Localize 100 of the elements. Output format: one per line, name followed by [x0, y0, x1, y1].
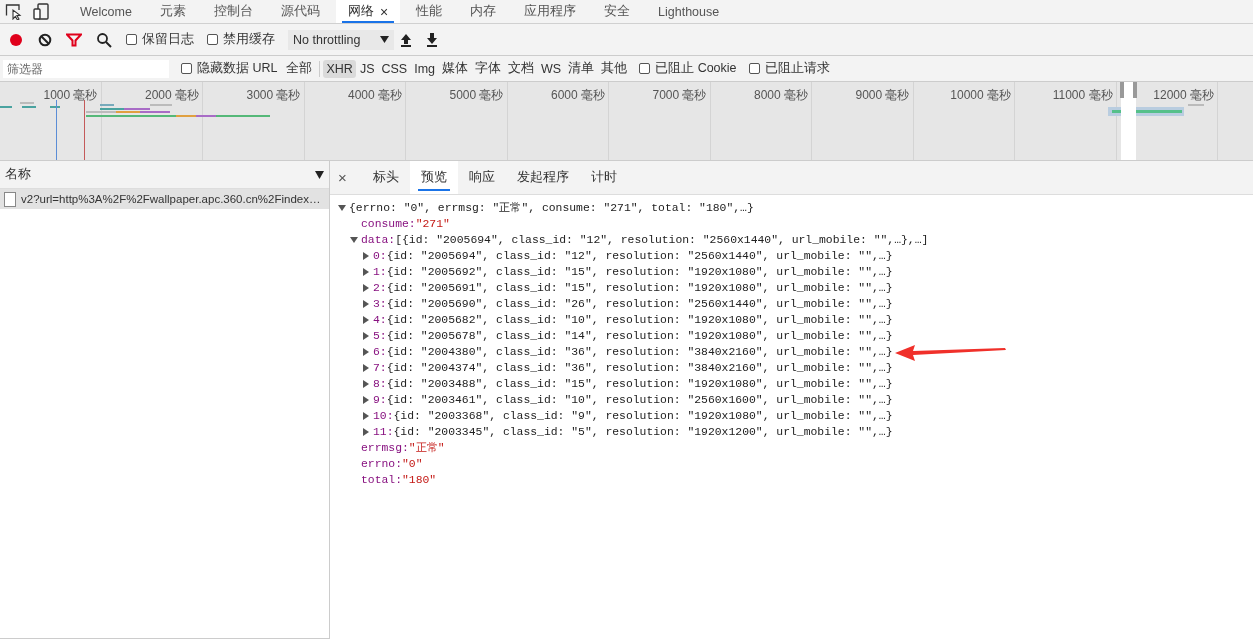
checkbox-label: 隐藏数据 URL	[197, 60, 278, 77]
collapsed-triangle-icon[interactable]	[362, 364, 370, 372]
property-key: data:	[361, 232, 396, 248]
object-preview[interactable]: {id: "2004380", class_id: "36", resolution: "3840x2160", url_mobile: "",…}	[386, 344, 893, 360]
detail-tab[interactable]: 标头	[361, 161, 410, 194]
caret-icon	[380, 36, 389, 43]
time-tick-label: 4000 毫秒	[347, 88, 402, 102]
property-key: 5:	[373, 328, 387, 344]
upload-icon[interactable]	[400, 32, 412, 47]
close-tab-icon[interactable]: ×	[379, 3, 389, 20]
panel-tab[interactable]: 控制台	[201, 0, 265, 23]
checkbox[interactable]	[207, 34, 218, 45]
panel-tab[interactable]: 安全	[592, 0, 643, 23]
object-preview[interactable]: [{id: "2005694", class_id: "12", resolution: "2560x1440", url_mobile: "",…},…]	[395, 232, 929, 248]
collapsed-triangle-icon[interactable]	[362, 396, 370, 404]
panel-tab[interactable]: Lighthouse	[646, 0, 732, 23]
object-preview[interactable]: {id: "2003345", class_id: "5", resolution: "1920x1200", url_mobile: "",…}	[393, 424, 893, 440]
detail-tab[interactable]: 预览	[409, 161, 458, 194]
type-filter[interactable]: 其他	[598, 58, 631, 79]
detail-tab[interactable]: 发起程序	[505, 161, 580, 194]
collapsed-triangle-icon[interactable]	[362, 380, 370, 388]
type-filter[interactable]: WS	[538, 59, 565, 78]
panel-tab[interactable]: 元素	[147, 0, 198, 23]
collapsed-triangle-icon[interactable]	[362, 284, 370, 292]
clear-icon[interactable]	[38, 32, 52, 47]
checkbox[interactable]	[181, 63, 192, 74]
panel-tab[interactable]: 性能	[404, 0, 455, 23]
collapsed-triangle-icon[interactable]	[362, 300, 370, 308]
property-key: 7:	[373, 360, 387, 376]
panel-tab[interactable]: 源代码	[268, 0, 332, 23]
search-icon[interactable]	[96, 31, 112, 48]
detail-tab[interactable]: 响应	[457, 161, 506, 194]
object-preview[interactable]: {id: "2005678", class_id: "14", resolution: "1920x1080", url_mobile: "",…}	[386, 328, 893, 344]
collapsed-triangle-icon[interactable]	[362, 252, 370, 260]
checkbox[interactable]	[639, 63, 651, 74]
time-tick-label: 12000 毫秒	[1153, 88, 1214, 102]
property-value: "180"	[402, 473, 437, 488]
type-filter[interactable]: Img	[411, 59, 439, 78]
checkbox-label: 保留日志	[142, 31, 194, 48]
collapsed-triangle-icon[interactable]	[362, 268, 370, 276]
time-tick-label: 7000 毫秒	[652, 88, 707, 102]
property-key: 11:	[373, 424, 394, 440]
column-header[interactable]: 名称	[0, 161, 329, 189]
download-icon[interactable]	[426, 32, 438, 47]
object-preview[interactable]: {id: "2003488", class_id: "15", resolution: "1920x1080", url_mobile: "",…}	[386, 376, 893, 392]
type-filter[interactable]: 清单	[565, 58, 598, 79]
property-key: 8:	[373, 376, 387, 392]
object-preview[interactable]: {id: "2005691", class_id: "15", resolution: "1920x1080", url_mobile: "",…}	[386, 280, 893, 296]
throttling-dropdown[interactable]: No throttling	[288, 29, 394, 50]
property-key: 10:	[373, 408, 394, 424]
detail-tab[interactable]: 计时	[579, 161, 628, 194]
panel-tab[interactable]: 网络 ×	[335, 0, 401, 23]
collapsed-triangle-icon[interactable]	[362, 332, 370, 340]
request-row[interactable]: v2?url=http%3A%2F%2Fwallpaper.apc.360.cn%2Findex…	[0, 189, 329, 209]
object-preview[interactable]: {id: "2005692", class_id: "15", resolution: "1920x1080", url_mobile: "",…}	[386, 264, 893, 280]
property-value: "271"	[415, 217, 450, 232]
selection-handle[interactable]	[1120, 82, 1124, 98]
property-key: 1:	[373, 264, 387, 280]
object-preview[interactable]: {id: "2003461", class_id: "10", resolution: "2560x1600", url_mobile: "",…}	[386, 392, 893, 408]
property-key: 9:	[373, 392, 387, 408]
type-filter[interactable]: 全部	[283, 58, 316, 79]
panel-tab[interactable]: 内存	[458, 0, 509, 23]
type-filter[interactable]: CSS	[378, 59, 411, 78]
close-icon[interactable]: ×	[338, 161, 347, 194]
collapsed-triangle-icon[interactable]	[362, 316, 370, 324]
time-tick-label: 8000 毫秒	[753, 88, 808, 102]
filter-icon[interactable]	[66, 32, 82, 47]
property-key: 2:	[373, 280, 387, 296]
object-preview[interactable]: {id: "2005694", class_id: "12", resolution: "2560x1440", url_mobile: "",…}	[386, 248, 893, 264]
panel-tab[interactable]: 应用程序	[512, 0, 589, 23]
expanded-triangle-icon[interactable]	[338, 204, 346, 212]
selection-handle[interactable]	[1133, 82, 1137, 98]
checkbox[interactable]	[126, 34, 137, 45]
filter-field[interactable]: 筛选器	[3, 59, 169, 78]
checkbox-label: 已阻止 Cookie	[655, 60, 737, 77]
property-key: 0:	[373, 248, 387, 264]
object-preview[interactable]: {id: "2003368", class_id: "9", resolution: "1920x1080", url_mobile: "",…}	[393, 408, 893, 424]
object-preview[interactable]: {errno: "0", errmsg: "正常", consume: "271", total: "180",…}	[349, 200, 754, 216]
panel-tab[interactable]: Welcome	[68, 0, 144, 23]
type-filter[interactable]: 媒体	[439, 58, 472, 79]
device-toolbar-icon[interactable]	[33, 3, 49, 20]
collapsed-triangle-icon[interactable]	[362, 348, 370, 356]
inspect-icon[interactable]	[5, 3, 23, 20]
type-filter[interactable]: XHR	[323, 59, 356, 78]
collapsed-triangle-icon[interactable]	[362, 412, 370, 420]
type-filter[interactable]: JS	[356, 59, 378, 78]
time-tick-label: 3000 毫秒	[246, 88, 301, 102]
type-filter[interactable]: 字体	[472, 58, 505, 79]
object-preview[interactable]: {id: "2004374", class_id: "36", resolution: "3840x2160", url_mobile: "",…}	[386, 360, 893, 376]
object-preview[interactable]: {id: "2005682", class_id: "10", resolution: "1920x1080", url_mobile: "",…}	[386, 312, 893, 328]
expanded-triangle-icon[interactable]	[350, 236, 358, 244]
sort-caret-icon[interactable]	[315, 170, 324, 179]
object-preview[interactable]: {id: "2005690", class_id: "26", resolution: "2560x1440", url_mobile: "",…}	[386, 296, 893, 312]
type-filter[interactable]: 文档	[505, 58, 538, 79]
property-key: errno:	[361, 456, 402, 472]
column-title: 名称	[5, 166, 31, 183]
time-tick-label: 1000 毫秒	[43, 88, 98, 102]
record-icon[interactable]	[8, 31, 24, 48]
checkbox[interactable]	[748, 63, 760, 74]
collapsed-triangle-icon[interactable]	[362, 428, 370, 436]
